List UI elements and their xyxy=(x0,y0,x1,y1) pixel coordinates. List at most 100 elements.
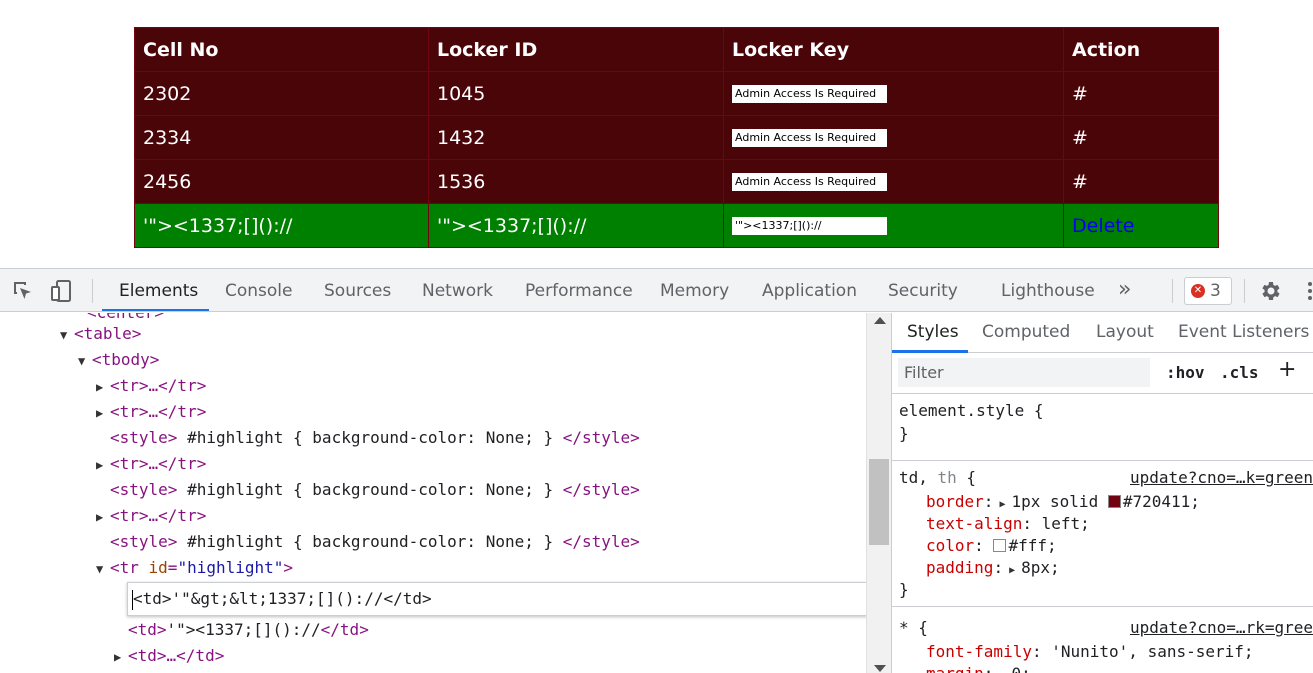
tab-styles[interactable]: Styles xyxy=(907,322,959,342)
tag-text: <td>…</td> xyxy=(128,646,225,665)
locker-key-cell: Admin Access Is Required xyxy=(723,115,1064,160)
collapsed-arrow-icon[interactable]: ▶ xyxy=(114,646,128,668)
tab-network[interactable]: Network xyxy=(422,281,493,301)
tab-performance[interactable]: Performance xyxy=(525,281,633,301)
locker-key-input[interactable]: '"><1337;[]():// xyxy=(732,216,887,235)
highlight-row: '"><1337;[]():// '"><1337;[]():// '"><13… xyxy=(134,203,1219,248)
tree-node-td[interactable]: ▶ <td>…</td> xyxy=(114,645,224,667)
locker-table: Cell No Locker ID Locker Key Action 2302… xyxy=(134,27,1219,248)
prop-colon: : xyxy=(993,558,1004,577)
device-toolbar-icon[interactable] xyxy=(50,279,74,303)
tab-lighthouse[interactable]: Lighthouse xyxy=(1001,281,1095,301)
scroll-up-arrow-icon[interactable] xyxy=(874,317,886,324)
prop-name: padding xyxy=(926,558,994,577)
tree-node-td[interactable]: <td>'"><1337;[]()://</td> xyxy=(128,619,369,641)
tag-text: </style> xyxy=(562,428,640,447)
expanded-arrow-icon[interactable]: ▼ xyxy=(96,558,110,580)
tab-console[interactable]: Console xyxy=(225,281,293,301)
page: Cell No Locker ID Locker Key Action 2302… xyxy=(0,0,1313,673)
tree-node-style[interactable]: <style> #highlight { background-color: N… xyxy=(110,531,640,553)
tab-elements[interactable]: Elements xyxy=(119,281,198,301)
locker-key-input[interactable]: Admin Access Is Required xyxy=(732,84,887,103)
tree-node-tr[interactable]: ▶ <tr>…</tr> xyxy=(96,375,206,397)
tab-event-listeners[interactable]: Event Listeners xyxy=(1178,322,1309,342)
locker-key-input[interactable]: Admin Access Is Required xyxy=(732,128,887,147)
tag-text: <style> xyxy=(110,532,178,551)
rule-selector[interactable]: td, th { xyxy=(899,467,976,489)
locker-key-input[interactable]: Admin Access Is Required xyxy=(732,172,887,191)
tab-computed[interactable]: Computed xyxy=(982,322,1070,342)
css-property[interactable]: color: #fff; xyxy=(926,535,1057,557)
tab-layout[interactable]: Layout xyxy=(1096,322,1154,342)
collapsed-arrow-icon[interactable]: ▶ xyxy=(96,506,110,528)
tree-node-style[interactable]: <style> #highlight { background-color: N… xyxy=(110,479,640,501)
css-property[interactable]: border: ▶ 1px solid #720411; xyxy=(926,491,1200,513)
css-property[interactable]: margin: ▶ 0; xyxy=(926,663,1031,673)
selector-sep: , xyxy=(918,468,938,487)
edit-as-html-box[interactable]: <td>'"&gt;&lt;1337;[]()://</td> xyxy=(127,582,866,616)
filter-input[interactable] xyxy=(898,358,1150,387)
css-property[interactable]: text-align: left; xyxy=(926,513,1090,535)
tree-node-style[interactable]: <style> #highlight { background-color: N… xyxy=(110,427,640,449)
tag-text: <table> xyxy=(74,324,142,343)
expanded-arrow-icon[interactable]: ▼ xyxy=(60,324,74,346)
expand-arrow-icon[interactable]: ▶ xyxy=(993,499,1011,510)
inspect-element-icon[interactable] xyxy=(11,279,35,303)
tab-application[interactable]: Application xyxy=(762,281,857,301)
rule-selector[interactable]: * { xyxy=(899,617,928,639)
hov-button[interactable]: :hov xyxy=(1166,363,1205,382)
new-style-rule-button[interactable]: + xyxy=(1278,357,1296,382)
kebab-menu-icon[interactable] xyxy=(1300,279,1313,303)
elements-scrollbar[interactable] xyxy=(866,313,892,673)
scroll-down-arrow-icon[interactable] xyxy=(874,665,886,672)
locker-key-cell: Admin Access Is Required xyxy=(723,159,1064,204)
tab-sources[interactable]: Sources xyxy=(324,281,391,301)
prop-value: 8px; xyxy=(1021,558,1060,577)
error-counter-button[interactable]: ✕ 3 xyxy=(1184,277,1232,305)
tag-text: <tbody> xyxy=(92,350,160,369)
collapsed-arrow-icon[interactable]: ▶ xyxy=(96,376,110,398)
prop-value: 'Nunito', sans-serif; xyxy=(1051,642,1254,661)
element-style-selector[interactable]: element.style { xyxy=(899,400,1044,422)
cls-button[interactable]: .cls xyxy=(1220,363,1259,382)
tree-node-tr-highlight[interactable]: ▼ <tr id="highlight"> xyxy=(96,557,293,579)
selector-dim: th xyxy=(937,468,957,487)
styles-pane: Styles Computed Layout Event Listeners :… xyxy=(892,313,1313,673)
style-text: #highlight { background-color: None; } xyxy=(177,532,563,551)
table-row: 2456 1536 Admin Access Is Required # xyxy=(134,159,1219,204)
color-swatch[interactable] xyxy=(1107,495,1121,508)
tree-node-tr[interactable]: ▶ <tr>…</tr> xyxy=(96,505,206,527)
locker-key-cell: '"><1337;[]():// xyxy=(723,203,1064,248)
prop-colon: : xyxy=(984,664,994,673)
rule-source-link[interactable]: update?cno=…rk=gree xyxy=(1130,617,1313,639)
rule-source-link[interactable]: update?cno=…k=green xyxy=(1130,467,1313,489)
styles-filter-bar: :hov .cls + xyxy=(892,353,1313,394)
tag-text: <td> xyxy=(128,620,167,639)
edit-text[interactable]: <td>'"&gt;&lt;1337;[]()://</td> xyxy=(133,588,432,610)
css-property[interactable]: padding: ▶ 8px; xyxy=(926,557,1060,579)
expanded-arrow-icon[interactable]: ▼ xyxy=(78,350,92,372)
tree-node-tbody[interactable]: ▼ <tbody> xyxy=(78,349,159,371)
header-locker-key: Locker Key xyxy=(723,27,1064,72)
table-row: 2334 1432 Admin Access Is Required # xyxy=(134,115,1219,160)
collapsed-arrow-icon[interactable]: ▶ xyxy=(96,454,110,476)
expand-arrow-icon[interactable]: ▶ xyxy=(1003,565,1021,576)
tree-node-tr[interactable]: ▶ <tr>…</tr> xyxy=(96,453,206,475)
collapsed-arrow-icon[interactable]: ▶ xyxy=(96,402,110,424)
chevron-double-right-icon[interactable]: » xyxy=(1118,277,1131,302)
color-swatch[interactable] xyxy=(993,539,1007,552)
tab-security[interactable]: Security xyxy=(888,281,958,301)
tree-node-tr[interactable]: ▶ <tr>…</tr> xyxy=(96,401,206,423)
tab-memory[interactable]: Memory xyxy=(660,281,729,301)
tag-text: <tr>…</tr> xyxy=(110,376,207,395)
tag-text: <tr>…</tr> xyxy=(110,454,207,473)
scrollbar-thumb[interactable] xyxy=(869,459,889,545)
prop-name: text-align xyxy=(926,514,1023,533)
css-property[interactable]: font-family: 'Nunito', sans-serif; xyxy=(926,641,1254,663)
gear-icon[interactable] xyxy=(1258,279,1282,303)
header-locker-id: Locker ID xyxy=(428,27,724,72)
styles-tabbar: Styles Computed Layout Event Listeners xyxy=(892,313,1313,353)
error-icon: ✕ xyxy=(1191,284,1205,298)
delete-link[interactable]: Delete xyxy=(1072,215,1134,237)
tree-node-table[interactable]: ▼ <table> xyxy=(60,323,141,345)
